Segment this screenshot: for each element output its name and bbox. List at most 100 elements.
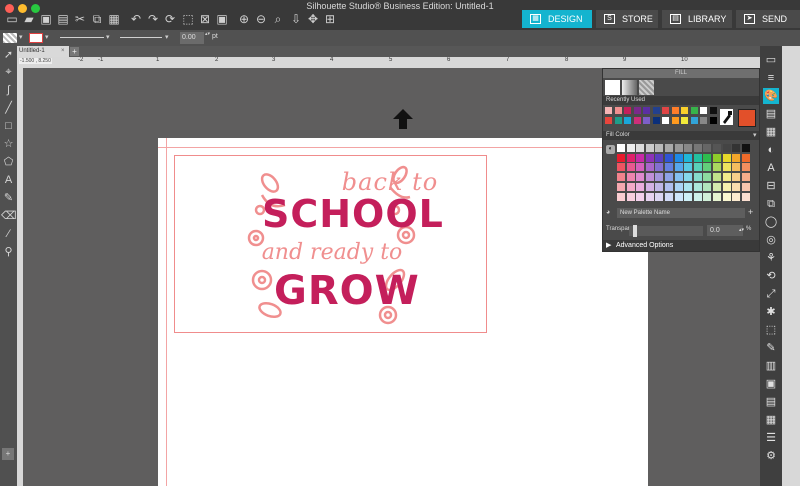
palette-color-swatch[interactable] [693,173,702,182]
palette-color-swatch[interactable] [645,153,654,162]
palette-color-swatch[interactable] [722,153,731,162]
delete-icon[interactable]: ▣ [214,12,230,26]
palette-color-swatch[interactable] [636,173,645,182]
select-arrow-icon[interactable]: ➚ [1,48,16,63]
tab-send[interactable]: ➤ SEND [736,10,800,28]
undo-icon[interactable]: ↶ [128,12,144,26]
move-down-icon[interactable]: ⇩ [288,12,304,26]
recent-color-swatch[interactable] [605,117,612,124]
rectangle-icon[interactable]: □ [1,119,16,134]
transparency-icon[interactable]: ◐ [763,142,779,158]
palette-color-swatch[interactable] [703,173,712,182]
knife-icon[interactable]: ∕ [1,227,16,242]
palette-color-swatch[interactable] [741,153,750,162]
trace-icon[interactable]: ⚘ [763,250,779,266]
palette-color-swatch[interactable] [645,144,654,152]
line-join-selector[interactable] [120,37,162,38]
current-fill-color[interactable] [738,109,756,127]
library-panel-icon[interactable]: ▤ [763,394,779,410]
palette-color-swatch[interactable] [665,182,673,191]
open-folder-icon[interactable]: ▰ [21,12,37,26]
palette-color-swatch[interactable] [713,173,721,182]
warp-icon[interactable]: ☰ [763,430,779,446]
page-setup-icon[interactable]: ▭ [763,52,779,68]
palette-color-swatch[interactable] [617,144,625,152]
recent-color-swatch[interactable] [662,107,669,114]
paste-icon[interactable]: ▦ [106,12,122,26]
palette-color-swatch[interactable] [684,182,693,191]
close-tab-icon[interactable]: × [61,46,69,57]
palette-color-swatch[interactable] [617,163,625,172]
eyedropper-icon[interactable] [720,109,733,125]
palette-color-swatch[interactable] [741,182,750,191]
palette-color-swatch[interactable] [645,182,654,191]
edit-text-icon[interactable]: ✎ [1,191,16,206]
transparency-input[interactable]: 0.0 [707,225,743,236]
fit-to-page-icon[interactable]: ⊞ [322,12,338,26]
tab-store[interactable]: S STORE [596,10,658,28]
select-all-icon[interactable]: ⬚ [180,12,196,26]
recent-color-swatch[interactable] [643,107,650,114]
palette-color-swatch[interactable] [636,182,645,191]
palette-color-swatch[interactable] [655,182,664,191]
gradient-fill-button[interactable] [622,80,637,95]
recent-color-swatch[interactable] [624,107,631,114]
palette-color-swatch[interactable] [741,192,750,201]
palette-color-swatch[interactable] [722,163,731,172]
save-icon[interactable]: ▣ [38,12,54,26]
rotate-icon[interactable]: ⟲ [763,268,779,284]
palette-options-icon[interactable]: ◕ [606,209,610,216]
palette-color-swatch[interactable] [655,163,664,172]
zoom-out-icon[interactable]: ⊖ [253,12,269,26]
recent-color-swatch[interactable] [614,107,622,114]
pan-icon[interactable]: ✥ [305,12,321,26]
palette-color-swatch[interactable] [636,163,645,172]
curve-icon[interactable]: ∫ [1,83,16,98]
star-icon[interactable]: ☆ [1,137,16,152]
palette-color-swatch[interactable] [645,173,654,182]
palette-color-swatch[interactable] [674,173,683,182]
add-layer-icon[interactable]: + [2,448,14,460]
palette-color-swatch[interactable] [655,153,664,162]
transform-icon[interactable]: ▦ [763,124,779,140]
palette-color-swatch[interactable] [665,144,673,152]
refresh-icon[interactable]: ⟳ [162,12,178,26]
palette-color-swatch[interactable] [732,182,741,191]
palette-color-swatch[interactable] [645,192,654,201]
palette-color-swatch[interactable] [617,182,625,191]
recent-color-swatch[interactable] [700,117,707,124]
recent-color-swatch[interactable] [643,117,650,124]
print-cut-icon[interactable]: ▣ [763,376,779,392]
palette-color-swatch[interactable] [626,173,635,182]
chevron-down-icon[interactable]: ▾ [165,33,169,41]
line-icon[interactable]: ╱ [1,101,16,116]
pattern-fill-button[interactable] [639,80,654,95]
recent-color-swatch[interactable] [614,117,622,124]
palette-color-swatch[interactable] [732,192,741,201]
palette-color-swatch[interactable] [684,153,693,162]
weld-icon[interactable]: ◯ [763,214,779,230]
palette-color-swatch[interactable] [741,173,750,182]
save-to-library-icon[interactable]: ▤ [55,12,71,26]
palette-color-swatch[interactable] [626,163,635,172]
palette-color-swatch[interactable] [693,163,702,172]
fill-pattern-swatch[interactable] [3,33,17,43]
polygon-icon[interactable]: ⬠ [1,155,16,170]
recent-color-swatch[interactable] [652,117,660,124]
align-icon[interactable]: ⊟ [763,178,779,194]
palette-color-swatch[interactable] [665,192,673,201]
recent-color-swatch[interactable] [652,107,660,114]
palette-color-swatch[interactable] [684,173,693,182]
palette-color-swatch[interactable] [655,144,664,152]
palette-color-swatch[interactable] [693,192,702,201]
tab-library[interactable]: ▤ LIBRARY [662,10,732,28]
palette-color-swatch[interactable] [703,192,712,201]
palette-color-swatch[interactable] [626,192,635,201]
advanced-options-toggle[interactable]: ▶ Advanced Options [603,240,759,251]
palette-color-swatch[interactable] [693,153,702,162]
redo-icon[interactable]: ↷ [145,12,161,26]
new-document-icon[interactable]: ▭ [4,12,20,26]
pix-scan-icon[interactable]: ⬚ [763,322,779,338]
transparency-slider[interactable] [629,225,703,237]
shading-icon[interactable]: ▥ [763,358,779,374]
